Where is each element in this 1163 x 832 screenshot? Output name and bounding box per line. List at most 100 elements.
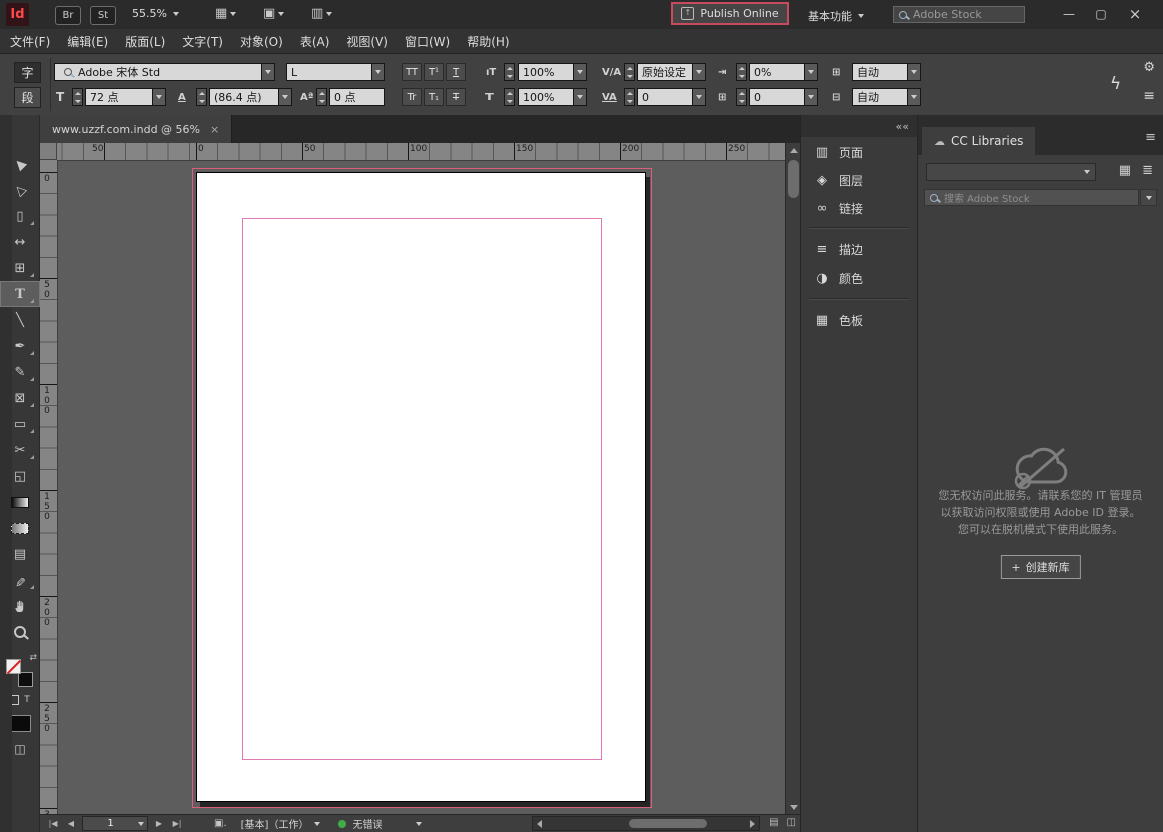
leading-stepper[interactable] <box>196 88 207 106</box>
swap-fill-stroke-icon[interactable]: ⇄ <box>29 653 37 663</box>
note-tool[interactable]: ▤ <box>0 541 40 567</box>
document-page[interactable] <box>196 172 646 802</box>
grid-align-field[interactable]: 自动 <box>852 88 908 106</box>
menu-help[interactable]: 帮助(H) <box>467 33 509 50</box>
all-caps-button[interactable]: TT <box>402 63 422 81</box>
character-formatting-button[interactable]: 字 <box>14 62 41 83</box>
horizontal-scrollbar[interactable] <box>532 816 760 831</box>
rectangle-frame-tool[interactable]: ⊠ <box>0 385 40 411</box>
underline-button[interactable]: T <box>446 63 466 81</box>
ruler-origin[interactable] <box>40 143 57 160</box>
font-size-dropdown[interactable] <box>153 88 166 106</box>
bridge-button[interactable]: Br <box>55 6 81 25</box>
stock-button[interactable]: St <box>90 6 116 25</box>
vertical-scale-field[interactable]: 100% <box>518 63 574 81</box>
fill-swatch[interactable] <box>6 659 21 674</box>
tracking-dropdown[interactable] <box>693 88 706 106</box>
menu-view[interactable]: 视图(V) <box>346 33 388 50</box>
stroke-swatch[interactable] <box>18 672 33 687</box>
collapse-dock-button[interactable]: «« <box>896 120 909 133</box>
panel-button-layers[interactable]: ◈图层 <box>801 168 918 192</box>
strikethrough-button[interactable]: T <box>446 88 466 106</box>
document-tab[interactable]: www.uzzf.com.indd @ 56% × <box>40 115 232 143</box>
grid-count-dropdown[interactable] <box>908 63 921 81</box>
panel-button-pages[interactable]: ▥页面 <box>801 140 918 164</box>
workspace-switcher[interactable]: 基本功能 <box>808 8 864 24</box>
split-window-icon[interactable]: ◫ <box>787 817 796 828</box>
menu-table[interactable]: 表(A) <box>300 33 330 50</box>
panel-button-stroke[interactable]: ≡描边 <box>801 237 918 261</box>
tracking-stepper[interactable] <box>624 88 635 106</box>
page-number-field[interactable]: 1 <box>82 816 148 831</box>
formatting-affects-text-button[interactable]: T <box>24 695 30 705</box>
horizontal-scrollbar-thumb[interactable] <box>629 819 707 828</box>
panel-button-swatches[interactable]: ▦色板 <box>801 308 918 332</box>
kerning-field[interactable]: 原始设定 <box>637 63 693 81</box>
zoom-level-dropdown[interactable]: 55.5% <box>132 7 179 20</box>
proportional-spacing-stepper[interactable] <box>736 63 747 81</box>
vertical-scrollbar[interactable] <box>785 143 800 814</box>
list-view-icon[interactable]: ≣ <box>1142 163 1153 178</box>
aki-field[interactable]: 0 <box>749 88 805 106</box>
adobe-stock-search-input[interactable]: Adobe Stock <box>893 6 1025 23</box>
font-family-field[interactable]: Adobe 宋体 Std <box>54 63 262 81</box>
tab-cc-libraries[interactable]: ☁ CC Libraries <box>922 127 1035 155</box>
selection-tool[interactable]: ▶ <box>0 151 40 177</box>
horizontal-scale-dropdown[interactable] <box>574 88 587 106</box>
minimize-button[interactable]: — <box>1054 0 1084 28</box>
panel-menu-icon[interactable]: ≡ <box>1145 130 1156 145</box>
menu-edit[interactable]: 编辑(E) <box>67 33 108 50</box>
preflight-status-dropdown[interactable]: 无错误 <box>352 816 422 831</box>
grid-count-field[interactable]: 自动 <box>852 63 908 81</box>
horizontal-ruler[interactable]: 50 0 50 100 150 200 250 <box>57 143 785 161</box>
panel-menu-icon[interactable]: ≡ <box>1143 88 1155 104</box>
previous-page-button[interactable]: ◀ <box>62 819 80 828</box>
kerning-stepper[interactable] <box>624 63 635 81</box>
pencil-tool[interactable]: ✎ <box>0 359 40 385</box>
vertical-scale-stepper[interactable] <box>504 63 515 81</box>
next-page-button[interactable]: ▶ <box>150 819 168 828</box>
close-button[interactable]: × <box>1118 0 1152 28</box>
font-style-field[interactable]: L <box>286 63 372 81</box>
font-size-stepper[interactable] <box>72 88 83 106</box>
gradient-swatch-tool[interactable] <box>0 489 40 515</box>
direct-selection-tool[interactable]: ▷ <box>0 177 40 203</box>
strikethrough-set-button[interactable]: Tr <box>402 88 422 106</box>
hand-tool[interactable] <box>0 593 40 619</box>
aki-stepper[interactable] <box>736 88 747 106</box>
content-collector-tool[interactable]: ⊞ <box>0 255 40 281</box>
leading-field[interactable]: (86.4 点) <box>209 88 279 106</box>
scissors-tool[interactable]: ✂ <box>0 437 40 463</box>
panel-button-links[interactable]: ∞链接 <box>801 196 918 220</box>
vertical-scrollbar-thumb[interactable] <box>788 160 799 198</box>
gap-tool[interactable]: ↔ <box>0 229 40 255</box>
superscript-button[interactable]: T¹ <box>424 63 444 81</box>
gear-icon[interactable]: ⚙ <box>1143 60 1155 75</box>
stock-search-field[interactable]: 搜索 Adobe Stock <box>924 189 1139 206</box>
menu-window[interactable]: 窗口(W) <box>405 33 450 50</box>
scroll-right-button[interactable] <box>746 817 759 830</box>
last-page-button[interactable]: ▶| <box>168 819 186 828</box>
font-size-field[interactable]: 72 点 <box>85 88 153 106</box>
view-options-icon[interactable]: ▦ <box>215 6 236 21</box>
scroll-down-button[interactable] <box>786 800 800 814</box>
menu-layout[interactable]: 版面(L) <box>125 33 165 50</box>
baseline-shift-stepper[interactable] <box>316 88 327 106</box>
aki-dropdown[interactable] <box>805 88 818 106</box>
panel-button-color[interactable]: ◑颜色 <box>801 266 918 290</box>
tracking-field[interactable]: 0 <box>637 88 693 106</box>
vertical-scale-dropdown[interactable] <box>574 63 587 81</box>
type-tool[interactable]: T <box>0 281 40 307</box>
grid-view-icon[interactable]: ▦ <box>1119 163 1131 178</box>
fill-stroke-controls[interactable]: ⇄ <box>6 659 33 687</box>
subscript-button[interactable]: T₁ <box>424 88 444 106</box>
pasteboard[interactable] <box>57 160 785 814</box>
gradient-feather-tool[interactable] <box>0 515 40 541</box>
proportional-spacing-field[interactable]: 0% <box>749 63 805 81</box>
create-library-button[interactable]: + 创建新库 <box>1000 555 1080 579</box>
line-tool[interactable]: ╲ <box>0 307 40 333</box>
horizontal-scale-stepper[interactable] <box>504 88 515 106</box>
spread-view-icon[interactable]: ▤ <box>769 817 778 828</box>
menu-object[interactable]: 对象(O) <box>240 33 283 50</box>
menu-file[interactable]: 文件(F) <box>10 33 50 50</box>
